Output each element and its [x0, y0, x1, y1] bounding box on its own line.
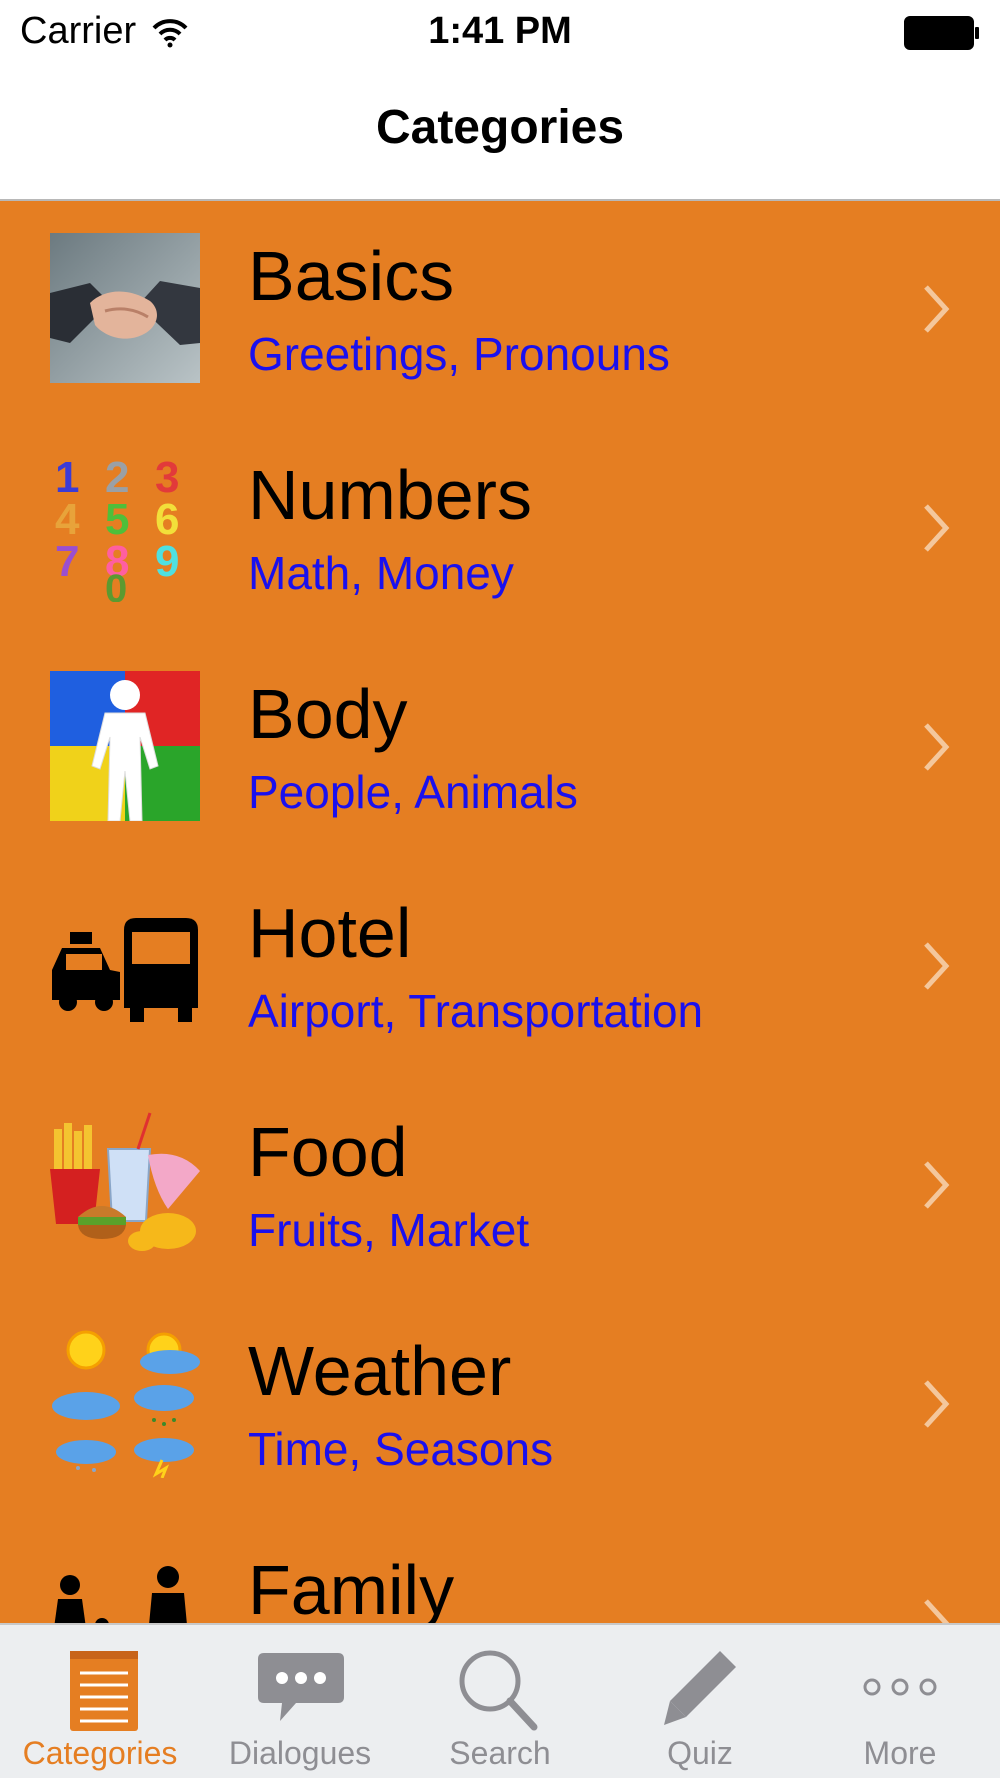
tab-label: Quiz: [667, 1735, 733, 1771]
category-title: Family: [248, 1551, 455, 1623]
category-row-body[interactable]: Body People, Animals: [0, 639, 1000, 858]
category-subtitle: Time, Seasons: [248, 1423, 554, 1475]
chat-bubble-icon: [258, 1653, 344, 1721]
chevron-right-icon: [924, 504, 950, 552]
tab-label: Dialogues: [228, 1735, 372, 1771]
tab-label: Search: [449, 1735, 551, 1771]
notepad-icon: [70, 1651, 138, 1731]
category-list[interactable]: Basics Greetings, Pronouns 1 2 3 4 5 6 7…: [0, 201, 1000, 1623]
tab-label: More: [863, 1735, 937, 1771]
tab-quiz[interactable]: Quiz: [600, 1625, 800, 1780]
category-subtitle: Fruits, Market: [248, 1204, 530, 1256]
body-icon: [50, 671, 200, 821]
category-row-family[interactable]: Family: [0, 1515, 1000, 1623]
category-title: Weather: [248, 1332, 512, 1410]
family-icon: [54, 1566, 187, 1623]
navigation-bar: Categories: [0, 70, 1000, 201]
svg-text:0: 0: [105, 567, 127, 602]
taxi-bus-icon: [52, 918, 198, 1022]
chevron-right-icon: [924, 723, 950, 771]
category-title: Body: [248, 675, 408, 753]
food-icon: [50, 1112, 200, 1251]
more-dots-icon: [863, 1678, 937, 1696]
tab-search[interactable]: Search: [400, 1625, 600, 1780]
category-subtitle: Math, Money: [248, 547, 514, 599]
chevron-right-icon: [924, 1161, 950, 1209]
category-title: Basics: [248, 237, 455, 315]
page-title: Categories: [375, 101, 625, 154]
status-bar: Carrier 1:41 PM: [0, 0, 1000, 70]
category-row-numbers[interactable]: 1 2 3 4 5 6 7 8 9 0 Numbers Math, Money: [0, 420, 1000, 639]
tab-bar: Categories Dialogues Search Quiz More: [0, 1623, 1000, 1778]
tab-categories[interactable]: Categories: [0, 1625, 200, 1780]
category-row-basics[interactable]: Basics Greetings, Pronouns: [0, 201, 1000, 420]
category-row-food[interactable]: Food Fruits, Market: [0, 1077, 1000, 1296]
category-subtitle: Airport, Transportation: [248, 985, 704, 1037]
category-title: Food: [248, 1113, 408, 1191]
category-row-weather[interactable]: Weather Time, Seasons: [0, 1296, 1000, 1515]
category-subtitle: Greetings, Pronouns: [248, 328, 670, 380]
status-time: 1:41 PM: [428, 10, 572, 52]
tab-label: Categories: [22, 1735, 178, 1771]
chevron-right-icon: [924, 1599, 950, 1623]
category-title: Hotel: [248, 894, 412, 972]
svg-text:7: 7: [55, 537, 79, 586]
magnifier-icon: [459, 1650, 538, 1731]
pencil-icon: [664, 1651, 736, 1725]
weather-icon: [52, 1330, 200, 1478]
numbers-icon: 1 2 3 4 5 6 7 8 9 0: [55, 453, 179, 602]
tab-dialogues[interactable]: Dialogues: [200, 1625, 400, 1780]
svg-text:9: 9: [155, 537, 179, 586]
category-row-hotel[interactable]: Hotel Airport, Transportation: [0, 858, 1000, 1077]
chevron-right-icon: [924, 1380, 950, 1428]
category-subtitle: People, Animals: [248, 766, 578, 818]
handshake-icon: [50, 233, 200, 383]
chevron-right-icon: [924, 285, 950, 333]
battery-icon: [904, 16, 979, 50]
tab-more[interactable]: More: [800, 1625, 1000, 1780]
chevron-right-icon: [924, 942, 950, 990]
category-title: Numbers: [248, 456, 532, 534]
